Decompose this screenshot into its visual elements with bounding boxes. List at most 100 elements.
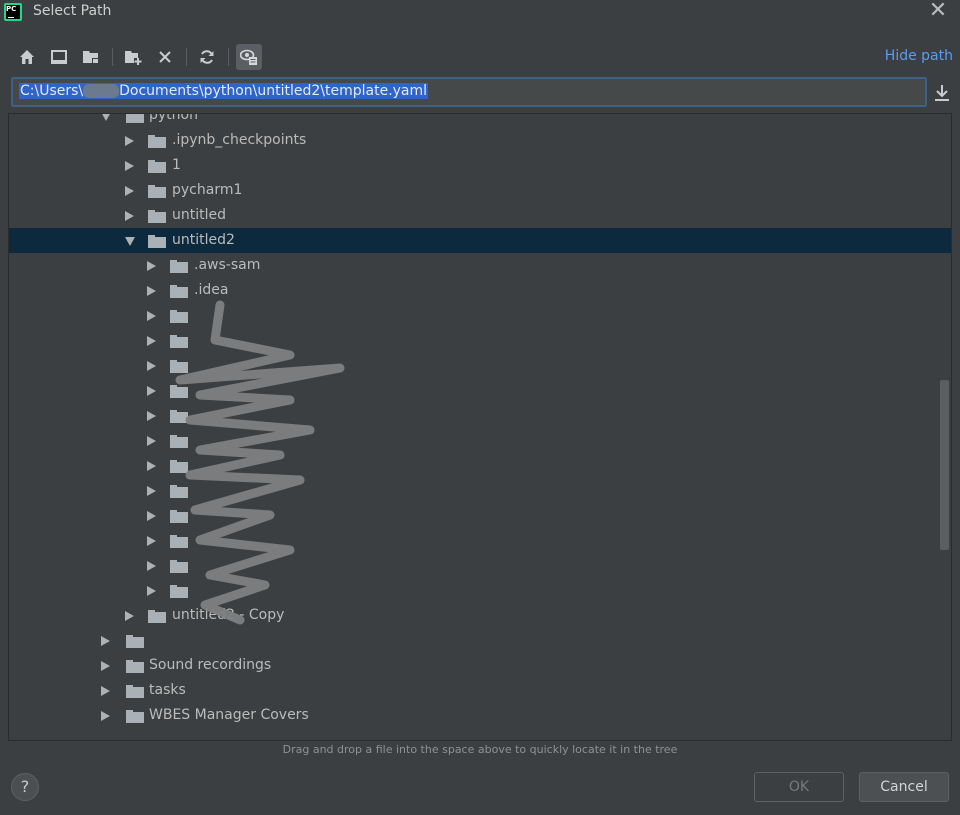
close-icon: ✕: [928, 0, 948, 23]
desktop-button[interactable]: [46, 44, 72, 70]
expand-arrow-right-icon[interactable]: [147, 411, 156, 421]
tree-row[interactable]: WBES Manager Covers: [9, 703, 951, 728]
tree-row[interactable]: pycharm1: [9, 178, 951, 203]
tree-row[interactable]: [9, 628, 951, 653]
tree-row[interactable]: untitled2: [9, 228, 951, 253]
expand-arrow-right-icon[interactable]: [101, 711, 110, 721]
folder-icon: [148, 610, 166, 623]
path-input-text: C:\Users\ Documents\python\untitled2\temp…: [19, 83, 429, 99]
folder-icon: [170, 485, 188, 498]
folder-icon: [170, 535, 188, 548]
expand-arrow-right-icon[interactable]: [147, 561, 156, 571]
path-input[interactable]: C:\Users\ Documents\python\untitled2\temp…: [11, 77, 927, 107]
expand-arrow-right-icon[interactable]: [147, 361, 156, 371]
app-icon-text: PC: [6, 5, 17, 13]
download-icon: [935, 85, 949, 101]
expand-arrow-down-icon[interactable]: [125, 237, 135, 246]
tree-row-label: WBES Manager Covers: [149, 707, 309, 723]
refresh-button[interactable]: [194, 44, 220, 70]
tree-row[interactable]: [9, 553, 951, 578]
expand-arrow-right-icon[interactable]: [101, 636, 110, 646]
expand-arrow-down-icon[interactable]: [101, 114, 111, 121]
expand-arrow-right-icon[interactable]: [147, 511, 156, 521]
download-path-button[interactable]: [933, 83, 953, 105]
tree-row[interactable]: untitled2 - Copy: [9, 603, 951, 628]
refresh-icon: [200, 50, 214, 64]
tree-row[interactable]: python: [9, 114, 951, 128]
window-title: Select Path: [33, 3, 112, 19]
tree-scrollbar[interactable]: [940, 380, 949, 550]
new-folder-icon: [125, 51, 142, 65]
tree-row[interactable]: [9, 353, 951, 378]
tree-row[interactable]: untitled: [9, 203, 951, 228]
expand-arrow-right-icon[interactable]: [147, 311, 156, 321]
expand-arrow-right-icon[interactable]: [125, 211, 134, 221]
tree-row[interactable]: [9, 578, 951, 603]
folder-icon: [170, 585, 188, 598]
expand-arrow-right-icon[interactable]: [147, 536, 156, 546]
path-suffix: Documents\python\untitled2\template.yaml: [119, 83, 428, 99]
expand-arrow-right-icon[interactable]: [147, 286, 156, 296]
expand-arrow-right-icon[interactable]: [147, 461, 156, 471]
expand-arrow-right-icon[interactable]: [147, 336, 156, 346]
pycharm-app-icon: PC: [4, 3, 22, 21]
tree-row[interactable]: [9, 378, 951, 403]
folder-icon: [170, 410, 188, 423]
home-button[interactable]: [14, 44, 40, 70]
tree-row-label: untitled2 - Copy: [172, 607, 285, 623]
tree-row[interactable]: [9, 403, 951, 428]
expand-arrow-right-icon[interactable]: [147, 586, 156, 596]
tree-row[interactable]: [9, 478, 951, 503]
folder-icon: [170, 335, 188, 348]
close-button[interactable]: ✕: [926, 0, 950, 24]
expand-arrow-right-icon[interactable]: [125, 611, 134, 621]
expand-arrow-right-icon[interactable]: [147, 436, 156, 446]
tree-row-label: .ipynb_checkpoints: [172, 132, 307, 148]
new-folder-button[interactable]: [120, 44, 146, 70]
folder-icon: [170, 310, 188, 323]
expand-arrow-right-icon[interactable]: [125, 186, 134, 196]
folder-icon: [170, 285, 188, 298]
delete-button[interactable]: [152, 44, 178, 70]
help-button[interactable]: ?: [11, 773, 39, 801]
folder-icon: [126, 114, 144, 123]
tree-row[interactable]: .ipynb_checkpoints: [9, 128, 951, 153]
folder-icon: [170, 460, 188, 473]
folder-icon: [170, 360, 188, 373]
tree-row[interactable]: [9, 528, 951, 553]
tree-row[interactable]: Sound recordings: [9, 653, 951, 678]
expand-arrow-right-icon[interactable]: [125, 136, 134, 146]
path-prefix: C:\Users\: [20, 83, 84, 99]
show-hidden-files-icon: [240, 49, 257, 65]
folder-icon: [126, 660, 144, 673]
folder-icon: [170, 435, 188, 448]
drag-drop-hint: Drag and drop a file into the space abov…: [282, 743, 678, 756]
tree-row[interactable]: [9, 503, 951, 528]
tree-row[interactable]: [9, 428, 951, 453]
file-tree[interactable]: python .ipynb_checkpoints 1 pycharm1 untitle…: [8, 113, 952, 741]
tree-row[interactable]: 1: [9, 153, 951, 178]
expand-arrow-right-icon[interactable]: [147, 261, 156, 271]
expand-arrow-right-icon[interactable]: [147, 486, 156, 496]
tree-row[interactable]: [9, 453, 951, 478]
folder-icon: [126, 685, 144, 698]
hide-path-link[interactable]: Hide path: [885, 48, 953, 64]
title-bar: PC Select Path ✕: [0, 0, 960, 26]
expand-arrow-right-icon[interactable]: [125, 161, 134, 171]
folder-icon: [148, 160, 166, 173]
cancel-button[interactable]: Cancel: [859, 772, 949, 802]
tree-row[interactable]: tasks: [9, 678, 951, 703]
expand-arrow-right-icon[interactable]: [101, 686, 110, 696]
tree-row[interactable]: .idea: [9, 278, 951, 303]
expand-arrow-right-icon[interactable]: [147, 386, 156, 396]
ok-button[interactable]: OK: [754, 772, 844, 802]
tree-row[interactable]: [9, 328, 951, 353]
tree-row[interactable]: .aws-sam: [9, 253, 951, 278]
show-hidden-files-button[interactable]: [236, 44, 262, 70]
toolbar: [12, 42, 292, 72]
home-icon: [20, 50, 34, 64]
project-folder-button[interactable]: [78, 44, 104, 70]
tree-row-label: tasks: [149, 682, 186, 698]
expand-arrow-right-icon[interactable]: [101, 661, 110, 671]
tree-row[interactable]: [9, 303, 951, 328]
